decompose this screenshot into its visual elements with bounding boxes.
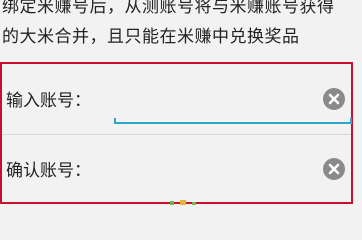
confirm-account-clear-button[interactable] [323, 158, 345, 180]
bind-account-page: 绑定米赚号后，从测账号将与米赚账号获得 的大米合并，且只能在米赚中兑换奖品 输入… [0, 0, 362, 205]
notice-line-2: 的大米合并，且只能在米赚中兑换奖品 [2, 27, 300, 47]
clear-icon [328, 163, 340, 175]
notice-line-1: 绑定米赚号后，从测账号将与米赚账号获得 [2, 0, 335, 17]
account-form: 输入账号： 确认账号： [0, 62, 353, 204]
confirm-account-row: 确认账号： [2, 138, 351, 202]
confirm-account-label: 确认账号： [6, 161, 91, 181]
input-account-row: 输入账号： [2, 68, 352, 132]
input-account-label: 输入账号： [6, 91, 91, 111]
bind-notice: 绑定米赚号后，从测账号将与米赚账号获得 的大米合并，且只能在米赚中兑换奖品 [2, 0, 360, 52]
clear-icon [328, 93, 340, 105]
bottom-decoration [170, 200, 196, 205]
confirm-account-field[interactable] [110, 152, 318, 186]
input-account-clear-button[interactable] [323, 88, 345, 110]
input-account-underline [114, 118, 352, 124]
input-account-field[interactable] [110, 82, 318, 116]
row-divider [2, 134, 351, 135]
